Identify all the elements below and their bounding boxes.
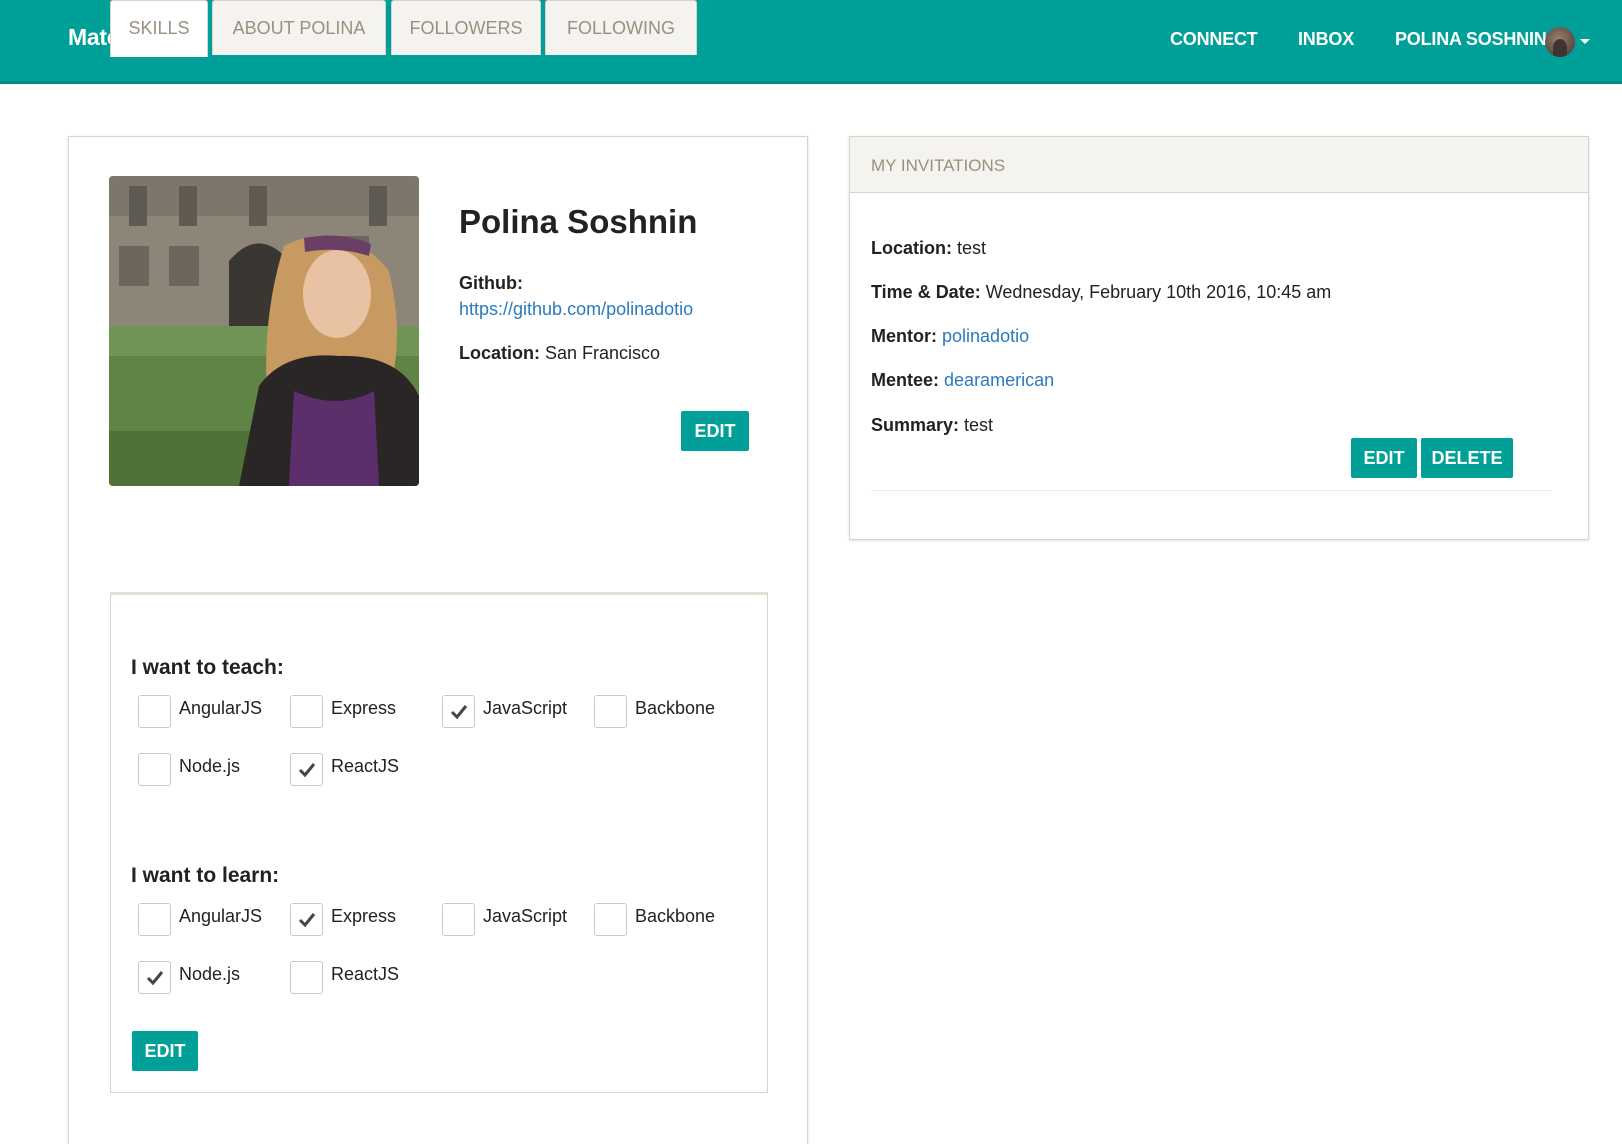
- invitation-location-label: Location:: [871, 238, 952, 258]
- invitation-mentee: Mentee: dearamerican: [871, 370, 1054, 391]
- invitation-divider: [871, 490, 1552, 491]
- nav-user-menu[interactable]: POLINA SOSHNIN: [1395, 29, 1547, 50]
- learn-checkbox-javascript[interactable]: [442, 903, 475, 936]
- avatar[interactable]: [1545, 27, 1575, 57]
- learn-label-angularjs: AngularJS: [179, 906, 263, 926]
- invitation-location-value: test: [957, 238, 987, 258]
- invitation-mentee-label: Mentee:: [871, 370, 940, 390]
- teach-label-javascript: JavaScript: [483, 698, 568, 718]
- location-line: Location: San Francisco: [459, 343, 660, 364]
- learn-checkbox-express[interactable]: [290, 903, 323, 936]
- github-link[interactable]: https://github.com/polinadotio: [459, 299, 693, 320]
- invitation-summary-value: test: [964, 415, 994, 435]
- teach-label-nodejs: Node.js: [179, 756, 241, 776]
- location-value: San Francisco: [545, 343, 661, 363]
- invitation-edit-button[interactable]: EDIT: [1351, 438, 1417, 478]
- learn-label-javascript: JavaScript: [483, 906, 568, 926]
- teach-checkbox-backbone[interactable]: [594, 695, 627, 728]
- learn-label-express: Express: [331, 906, 397, 926]
- checkmark-icon: [146, 971, 164, 986]
- invitation-delete-button[interactable]: DELETE: [1421, 438, 1513, 478]
- teach-checkbox-angularjs[interactable]: [138, 695, 171, 728]
- location-label: Location:: [459, 343, 540, 363]
- tab-skills[interactable]: SKILLS: [110, 0, 208, 57]
- invitation-mentor: Mentor: polinadotio: [871, 326, 1029, 347]
- nav-inbox-link[interactable]: INBOX: [1298, 29, 1354, 50]
- learn-checkbox-angularjs[interactable]: [138, 903, 171, 936]
- mentor-link[interactable]: polinadotio: [942, 326, 1029, 346]
- learn-checkbox-backbone[interactable]: [594, 903, 627, 936]
- invitation-time: Time & Date: Wednesday, February 10th 20…: [871, 282, 1331, 303]
- profile-name: Polina Soshnin: [459, 203, 698, 240]
- tab-followers[interactable]: FOLLOWERS: [391, 0, 541, 55]
- invitation-mentor-label: Mentor:: [871, 326, 937, 346]
- checkmark-icon: [298, 763, 316, 778]
- learn-label-backbone: Backbone: [635, 906, 716, 926]
- teach-heading: I want to teach:: [131, 656, 284, 679]
- learn-label-reactjs: ReactJS: [331, 964, 400, 984]
- tab-following[interactable]: FOLLOWING: [545, 0, 697, 55]
- checkmark-icon: [298, 913, 316, 928]
- teach-label-express: Express: [331, 698, 397, 718]
- teach-checkbox-nodejs[interactable]: [138, 753, 171, 786]
- teach-label-angularjs: AngularJS: [179, 698, 263, 718]
- learn-checkbox-reactjs[interactable]: [290, 961, 323, 994]
- learn-heading: I want to learn:: [131, 864, 280, 887]
- skills-edit-button[interactable]: EDIT: [132, 1031, 198, 1071]
- profile-edit-button[interactable]: EDIT: [681, 411, 749, 451]
- invitation-location: Location: test: [871, 238, 986, 259]
- mentee-link[interactable]: dearamerican: [944, 370, 1054, 390]
- github-label: Github:: [459, 273, 523, 293]
- checkmark-icon: [450, 705, 468, 720]
- invitation-summary-label: Summary:: [871, 415, 960, 435]
- teach-checkbox-javascript[interactable]: [442, 695, 475, 728]
- profile-photo: [109, 176, 419, 486]
- learn-checkbox-nodejs[interactable]: [138, 961, 171, 994]
- invitation-time-value: Wednesday, February 10th 2016, 10:45 am: [985, 282, 1332, 302]
- invitation-time-label: Time & Date:: [871, 282, 981, 302]
- nav-connect-link[interactable]: CONNECT: [1170, 29, 1258, 50]
- teach-label-reactjs: ReactJS: [331, 756, 400, 776]
- tab-about[interactable]: ABOUT POLINA: [212, 0, 386, 55]
- teach-checkbox-express[interactable]: [290, 695, 323, 728]
- invitation-summary: Summary: test: [871, 415, 993, 436]
- learn-label-nodejs: Node.js: [179, 964, 241, 984]
- teach-label-backbone: Backbone: [635, 698, 716, 718]
- teach-checkbox-reactjs[interactable]: [290, 753, 323, 786]
- chevron-down-icon[interactable]: [1580, 39, 1590, 44]
- invitations-title: MY INVITATIONS: [871, 156, 1006, 175]
